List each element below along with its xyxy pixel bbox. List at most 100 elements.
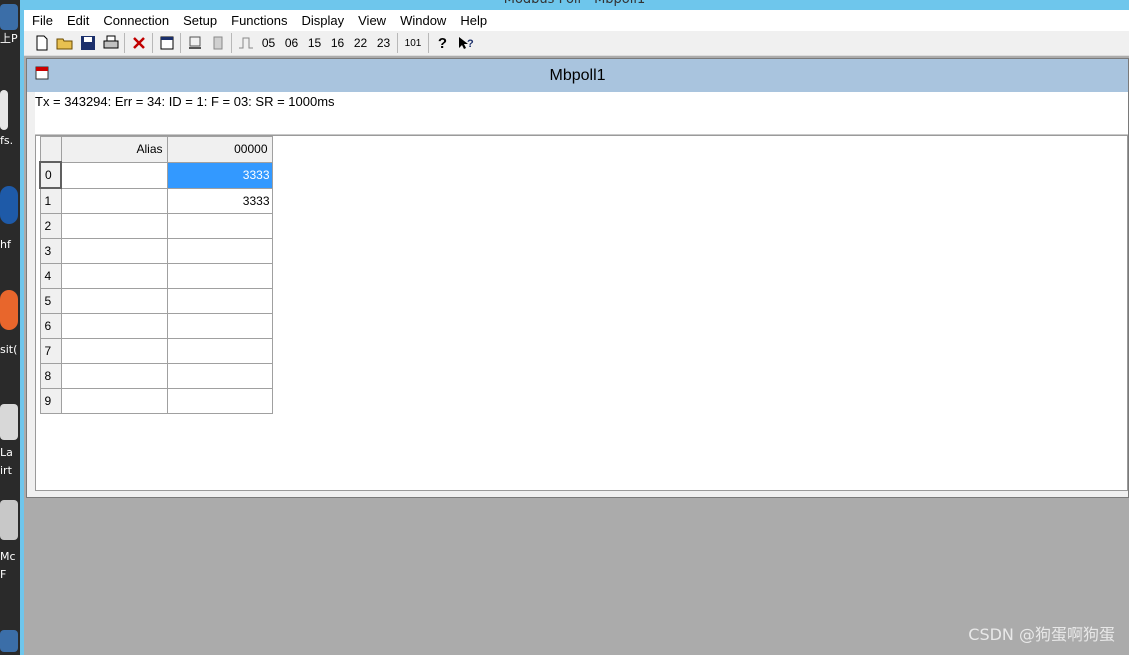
fc16-button[interactable]: 16 [326,32,349,54]
mdi-client-area: Mbpoll1 Tx = 343294: Err = 34: ID = 1: F… [24,56,1129,655]
row-index[interactable]: 9 [39,388,62,414]
alias-cell[interactable] [60,238,168,264]
fc23-button[interactable]: 23 [372,32,395,54]
child-title: Mbpoll1 [549,67,606,84]
app-window: Modbus Poll - Mbpoll1 File Edit Connecti… [20,0,1129,655]
desktop-shortcut-icon[interactable] [0,4,18,30]
value-cell[interactable] [166,263,273,289]
table-header-row: Alias 00000 [39,136,273,163]
alias-cell[interactable] [60,288,168,314]
desktop-shortcut-icon[interactable] [0,90,8,130]
alias-cell[interactable] [60,363,168,389]
table-row: 2 [39,213,273,239]
desktop-label: hf [0,238,11,251]
window-icon[interactable] [155,32,178,54]
value-cell[interactable] [166,213,273,239]
table-row: 9 [39,388,273,414]
toolbar: 05 06 15 16 22 23 101 ? ? [24,31,1129,56]
alias-cell[interactable] [60,213,168,239]
alias-cell[interactable] [60,187,168,214]
table-row: 6 [39,313,273,339]
value-cell[interactable] [166,388,273,414]
table-row: 8 [39,363,273,389]
print-icon[interactable] [99,32,122,54]
row-index[interactable]: 6 [39,313,62,339]
alias-cell[interactable] [60,338,168,364]
mbpoll-child-window: Mbpoll1 Tx = 343294: Err = 34: ID = 1: F… [26,58,1129,498]
row-index[interactable]: 1 [39,187,62,214]
desktop-label: sit( [0,343,18,356]
row-index[interactable]: 2 [39,213,62,239]
desktop-shortcut-icon[interactable] [0,500,18,540]
row-index[interactable]: 4 [39,263,62,289]
table-row: 0 3333 [39,161,273,189]
register-grid-area: Alias 00000 0 3333 1 3333 2 3 4 5 6 7 8 … [35,135,1128,491]
value-column-header[interactable]: 00000 [166,136,273,163]
device-icon[interactable] [206,32,229,54]
desktop-shortcut-icon[interactable] [0,630,18,652]
row-index[interactable]: 7 [39,338,62,364]
save-icon[interactable] [76,32,99,54]
help-icon[interactable]: ? [431,32,454,54]
grid-corner [39,136,62,163]
pulse-icon[interactable] [234,32,257,54]
binary-button[interactable]: 101 [400,32,426,54]
value-cell[interactable] [166,338,273,364]
alias-cell[interactable] [60,161,168,189]
value-cell[interactable]: 3333 [166,187,273,214]
menu-file[interactable]: File [24,10,60,31]
toolbar-separator [180,33,181,53]
row-index[interactable]: 0 [39,161,62,189]
table-row: 4 [39,263,273,289]
table-row: 7 [39,338,273,364]
menu-setup[interactable]: Setup [176,10,224,31]
value-cell[interactable] [166,288,273,314]
disconnect-icon[interactable] [127,32,150,54]
context-help-icon[interactable]: ? [454,32,477,54]
desktop-shortcut-icon[interactable] [0,404,18,440]
value-cell[interactable]: 3333 [166,161,273,189]
desktop-shortcut-icon[interactable] [0,186,18,224]
new-file-icon[interactable] [30,32,53,54]
alias-cell[interactable] [60,263,168,289]
fc15-button[interactable]: 15 [303,32,326,54]
alias-cell[interactable] [60,388,168,414]
desktop-shortcut-icon[interactable] [0,290,18,330]
status-panel: Tx = 343294: Err = 34: ID = 1: F = 03: S… [35,92,1128,135]
watermark: CSDN @狗蛋啊狗蛋 [968,625,1115,644]
read-write-icon[interactable] [183,32,206,54]
open-folder-icon[interactable] [53,32,76,54]
menu-edit[interactable]: Edit [60,10,96,31]
toolbar-separator [152,33,153,53]
register-table: Alias 00000 0 3333 1 3333 2 3 4 5 6 7 8 … [39,136,273,414]
child-title-bar[interactable]: Mbpoll1 [27,59,1128,92]
alias-cell[interactable] [60,313,168,339]
desktop-icons-strip: 上P fs. hf sit( La irt Mc F [0,0,20,655]
row-index[interactable]: 3 [39,238,62,264]
app-title: Modbus Poll - Mbpoll1 [20,0,1129,10]
fc06-button[interactable]: 06 [280,32,303,54]
menu-window[interactable]: Window [393,10,453,31]
fc22-button[interactable]: 22 [349,32,372,54]
menu-view[interactable]: View [351,10,393,31]
table-row: 3 [39,238,273,264]
desktop-label: F [0,568,7,581]
desktop-label: La [0,446,13,459]
fc05-button[interactable]: 05 [257,32,280,54]
value-cell[interactable] [166,238,273,264]
desktop-label: fs. [0,134,14,147]
alias-column-header[interactable]: Alias [60,136,168,163]
toolbar-separator [428,33,429,53]
row-index[interactable]: 8 [39,363,62,389]
menu-functions[interactable]: Functions [224,10,294,31]
menu-connection[interactable]: Connection [96,10,176,31]
desktop-label: 上P [0,32,18,45]
toolbar-separator [397,33,398,53]
svg-text:?: ? [467,38,474,50]
row-index[interactable]: 5 [39,288,62,314]
menu-display[interactable]: Display [295,10,352,31]
value-cell[interactable] [166,313,273,339]
table-row: 5 [39,288,273,314]
menu-help[interactable]: Help [453,10,494,31]
value-cell[interactable] [166,363,273,389]
